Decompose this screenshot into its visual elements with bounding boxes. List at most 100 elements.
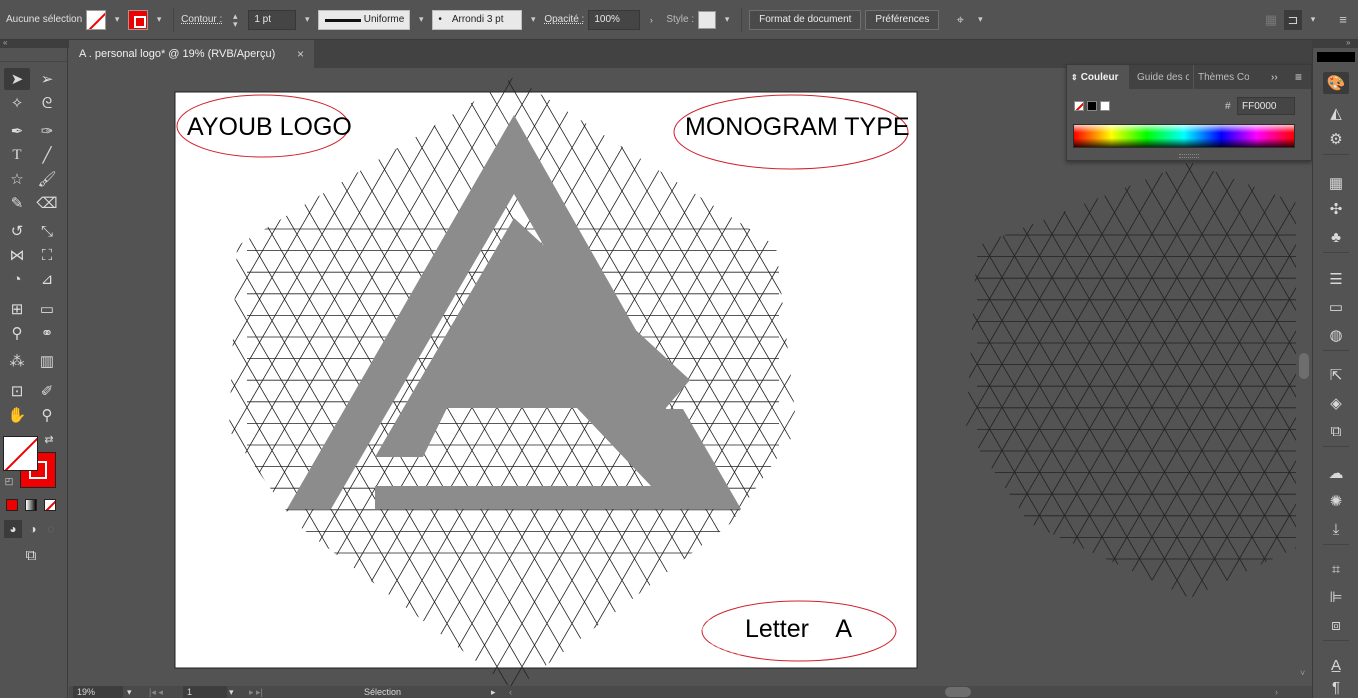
star-tool-icon[interactable]: ☆ <box>4 168 30 190</box>
artboard-number-field[interactable]: 1 <box>183 686 227 698</box>
tab-color-guide[interactable]: Guide des c <box>1133 65 1189 89</box>
transform-icon[interactable]: ⌗ <box>1323 558 1349 580</box>
artboard-dropdown-icon[interactable]: ▾ <box>229 686 234 698</box>
default-colors-icon[interactable]: ◰ <box>2 474 16 488</box>
line-tool-icon[interactable]: ╱ <box>34 144 60 166</box>
color-spectrum[interactable] <box>1073 124 1295 148</box>
zoom-tool-icon[interactable]: ⚲ <box>34 404 60 426</box>
magic-wand-tool-icon[interactable]: ✧ <box>4 92 30 114</box>
opacity-label[interactable]: Opacité : <box>544 14 584 25</box>
graph-tool-icon[interactable]: ▥ <box>34 350 60 372</box>
blend-tool-icon[interactable]: ⚭ <box>34 322 60 344</box>
opacity-field[interactable]: 100% <box>588 9 641 30</box>
tab-color-themes[interactable]: Thèmes Co <box>1193 65 1249 89</box>
symbols-icon[interactable]: ♣ <box>1323 226 1349 248</box>
document-setup-button[interactable]: Format de document <box>749 9 862 30</box>
export-icon[interactable]: ⇱ <box>1323 364 1349 386</box>
stroke-label[interactable]: Contour : <box>181 14 222 25</box>
zoom-dropdown-icon[interactable]: ▾ <box>127 686 132 698</box>
hscroll-thumb[interactable] <box>945 687 971 697</box>
scale-tool-icon[interactable]: ⤡ <box>34 220 60 242</box>
annotation-letter-a[interactable]: Letter A <box>745 615 852 643</box>
vscroll-thumb[interactable] <box>1299 353 1309 379</box>
preferences-button[interactable]: Préférences <box>865 9 940 30</box>
zoom-field[interactable]: 19% <box>73 686 123 698</box>
width-tool-icon[interactable]: ⋈ <box>4 244 30 266</box>
annotation-monogram-type[interactable]: MONOGRAM TYPE <box>685 113 910 141</box>
tools-grip[interactable] <box>0 48 67 62</box>
gradient-panel-icon[interactable]: ▭ <box>1323 296 1349 318</box>
expand-tabs-icon[interactable]: ›› <box>1267 65 1285 89</box>
stroke-dropdown-icon[interactable]: ▾ <box>152 10 166 30</box>
curvature-tool-icon[interactable]: ✑ <box>34 120 60 142</box>
workspace-dropdown-icon[interactable]: ▾ <box>1306 10 1320 30</box>
rotate-tool-icon[interactable]: ↺ <box>4 220 30 242</box>
tab-color[interactable]: ⇕ Couleur <box>1067 65 1129 89</box>
draw-normal-icon[interactable]: ◕ <box>4 520 22 538</box>
layers-icon[interactable]: ◈ <box>1323 392 1349 414</box>
select-similar-icon[interactable]: ⌖ <box>951 10 969 30</box>
brushes-icon[interactable]: ✣ <box>1323 198 1349 220</box>
screen-mode-icon[interactable]: ⧉ <box>18 544 44 566</box>
panel-resize-grip[interactable] <box>1179 154 1199 158</box>
arrange-grid-icon[interactable]: ▦ <box>1262 10 1280 30</box>
style-dropdown-icon[interactable]: ▾ <box>720 10 734 30</box>
fill-swatch[interactable] <box>86 9 107 30</box>
draw-inside-icon[interactable]: ◌ <box>42 520 60 538</box>
opacity-arrow-icon[interactable]: › <box>644 10 658 30</box>
perspective-grid-tool-icon[interactable]: ⊿ <box>34 268 60 290</box>
direct-selection-tool-icon[interactable]: ➢ <box>34 68 60 90</box>
pathfinder-icon[interactable]: ⧈ <box>1323 614 1349 636</box>
annotation-ayoub-logo[interactable]: AYOUB LOGO <box>187 113 352 141</box>
swatches-icon[interactable]: ▦ <box>1323 172 1349 194</box>
profile-dropdown-icon[interactable]: ▾ <box>414 10 428 30</box>
color-themes-icon[interactable]: ⚙ <box>1323 128 1349 150</box>
paintbrush-tool-icon[interactable]: 🖌 <box>34 168 60 190</box>
color-panel-icon[interactable]: 🎨 <box>1323 72 1349 94</box>
selection-tool-icon[interactable]: ➤ <box>4 68 30 90</box>
eyedropper-tool-icon[interactable]: ⚲ <box>4 322 30 344</box>
fill-color-box[interactable] <box>3 436 38 471</box>
hand-tool-icon[interactable]: ✋ <box>4 404 30 426</box>
eraser-tool-icon[interactable]: ⌫ <box>34 192 60 214</box>
stroke-stepper-icon[interactable]: ▴ ▾ <box>226 10 244 30</box>
shape-builder-tool-icon[interactable]: ◔ <box>4 268 30 290</box>
mesh-tool-icon[interactable]: ⊞ <box>4 298 30 320</box>
panel-menu-icon[interactable]: ≡ <box>1334 10 1352 30</box>
style-swatch[interactable] <box>698 10 717 29</box>
panel-menu-icon[interactable]: ≡ <box>1291 65 1309 89</box>
collapse-right-icon[interactable]: » <box>1346 38 1350 47</box>
pen-tool-icon[interactable]: ✒ <box>4 120 30 142</box>
transparency-icon[interactable]: ◍ <box>1323 324 1349 346</box>
hex-color-input[interactable]: FF0000 <box>1237 97 1295 115</box>
appearance-icon[interactable]: ✺ <box>1323 490 1349 512</box>
stroke-swatch[interactable] <box>128 9 149 30</box>
fill-dropdown-icon[interactable]: ▾ <box>110 10 124 30</box>
status-menu-arrow-icon[interactable]: ▸ <box>491 686 496 698</box>
align-icon[interactable]: ⊫ <box>1323 586 1349 608</box>
next-artboard-icon[interactable]: ▸ ▸| <box>249 686 263 698</box>
hscroll-left-icon[interactable]: ‹ <box>509 686 512 698</box>
close-tab-icon[interactable]: × <box>297 47 304 61</box>
gradient-mode-icon[interactable] <box>25 499 37 511</box>
vscroll-down-icon[interactable]: ˅ <box>1300 668 1305 678</box>
free-transform-tool-icon[interactable]: ⛶ <box>34 244 60 266</box>
color-guide-icon[interactable]: ◭ <box>1323 102 1349 124</box>
artboards-icon[interactable]: ⧉ <box>1323 420 1349 442</box>
first-artboard-icon[interactable]: |◂ ◂ <box>149 686 163 698</box>
none-swatch[interactable] <box>1074 101 1084 111</box>
shaper-tool-icon[interactable]: ✎ <box>4 192 30 214</box>
artboard-tool-icon[interactable]: ⊡ <box>4 380 30 402</box>
character-icon[interactable]: A̲ <box>1323 654 1349 676</box>
gradient-tool-icon[interactable]: ▭ <box>34 298 60 320</box>
swap-colors-icon[interactable]: ⇄ <box>42 432 56 446</box>
stroke-profile-select[interactable]: Uniforme <box>318 9 411 30</box>
symbol-sprayer-tool-icon[interactable]: ⁂ <box>4 350 30 372</box>
color-mode-icon[interactable] <box>6 499 18 511</box>
type-tool-icon[interactable]: T <box>4 144 30 166</box>
slice-tool-icon[interactable]: ✐ <box>34 380 60 402</box>
workspace-icon[interactable]: ⊐ <box>1284 9 1302 30</box>
none-mode-icon[interactable] <box>44 499 56 511</box>
document-tab[interactable]: A . personal logo* @ 19% (RVB/Aperçu) × <box>69 40 314 68</box>
asset-export-icon[interactable]: ⤓ <box>1323 518 1349 540</box>
